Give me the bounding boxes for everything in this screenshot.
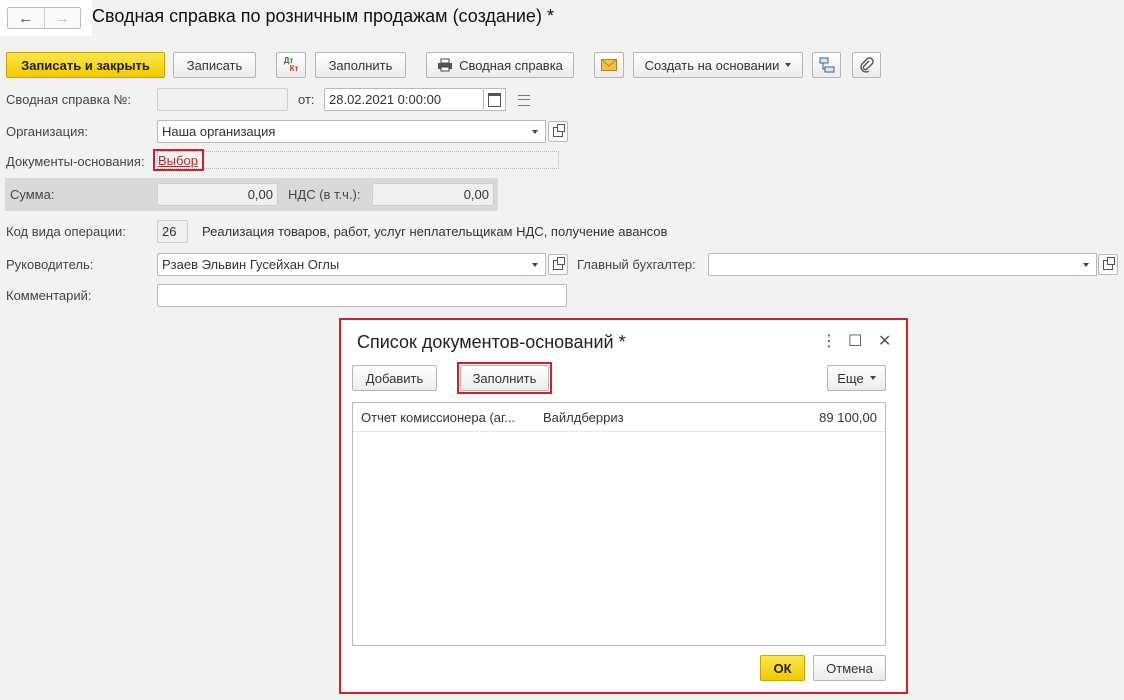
paperclip-icon: [859, 57, 874, 73]
save-and-close-button[interactable]: Записать и закрыть: [6, 52, 165, 78]
add-button[interactable]: Добавить: [352, 365, 437, 391]
more-label: Еще: [837, 370, 864, 386]
table-row[interactable]: Отчет комиссионера (аг... Вайлдберриз 89…: [353, 403, 885, 432]
open-form-icon: [553, 256, 565, 270]
sum-label: Сумма:: [10, 187, 55, 202]
operation-code-label: Код вида операции:: [6, 224, 126, 239]
maximize-icon[interactable]: ☐: [848, 334, 862, 350]
back-button[interactable]: ←: [8, 8, 45, 28]
row-counterparty: Вайлдберриз: [543, 409, 624, 425]
arrow-left-icon: ←: [18, 9, 34, 27]
close-icon[interactable]: ✕: [878, 334, 891, 350]
save-button[interactable]: Записать: [173, 52, 256, 78]
create-based-on-label: Создать на основании: [644, 57, 780, 73]
row-amount: 89 100,00: [819, 409, 877, 425]
operation-code-field[interactable]: 26: [157, 220, 188, 243]
calendar-button[interactable]: [484, 88, 506, 111]
structure-button[interactable]: [812, 52, 841, 78]
open-form-icon: [553, 123, 565, 137]
head-label: Руководитель:: [6, 257, 94, 272]
hierarchy-icon: [819, 57, 834, 73]
kt-icon: Кт: [289, 64, 299, 73]
envelope-icon: [601, 59, 617, 71]
highlight-box: [457, 362, 552, 394]
email-button[interactable]: [594, 52, 624, 78]
dt-kt-button[interactable]: Дт Кт: [276, 52, 306, 78]
select-basis-documents-link[interactable]: Выбор: [158, 153, 198, 168]
chief-accountant-open-button[interactable]: [1098, 254, 1118, 275]
comment-field[interactable]: [157, 284, 567, 307]
head-open-button[interactable]: [548, 254, 568, 275]
basis-documents-dialog: Список документов-оснований * ⋮ ☐ ✕ Доба…: [339, 318, 908, 694]
chevron-down-icon: [531, 129, 538, 134]
organization-label: Организация:: [6, 124, 89, 139]
open-form-icon: [1103, 256, 1115, 270]
chevron-down-icon: [785, 63, 792, 67]
chevron-down-icon: [869, 376, 876, 380]
print-summary-button[interactable]: Сводная справка: [426, 52, 574, 78]
arrow-right-icon: →: [54, 9, 70, 27]
number-field[interactable]: [157, 88, 288, 111]
chief-accountant-field[interactable]: [708, 253, 1076, 276]
attach-button[interactable]: [852, 52, 881, 78]
print-summary-label: Сводная справка: [459, 57, 563, 73]
chevron-down-icon: [531, 262, 538, 267]
more-button[interactable]: Еще: [827, 365, 886, 391]
row-document: Отчет комиссионера (аг...: [361, 409, 515, 425]
vat-label: НДС (в т.ч.):: [288, 187, 361, 202]
basis-documents-label: Документы-основания:: [6, 154, 145, 169]
head-dropdown-button[interactable]: [524, 253, 546, 276]
organization-open-button[interactable]: [548, 121, 568, 142]
head-field[interactable]: Рзаев Эльвин Гусейхан Оглы: [157, 253, 525, 276]
menu-lines-icon[interactable]: [518, 95, 530, 106]
chevron-down-icon: [1082, 262, 1089, 267]
more-actions-icon[interactable]: ⋮: [821, 334, 837, 350]
basis-documents-list[interactable]: Отчет комиссионера (аг... Вайлдберриз 89…: [352, 402, 886, 646]
organization-field[interactable]: Наша организация: [157, 120, 525, 143]
comment-label: Комментарий:: [6, 288, 92, 303]
cancel-button[interactable]: Отмена: [813, 655, 886, 681]
navigation-buttons: ← →: [7, 7, 81, 29]
basis-documents-field: [157, 151, 559, 169]
fill-button[interactable]: Заполнить: [315, 52, 406, 78]
chief-accountant-dropdown-button[interactable]: [1075, 253, 1097, 276]
ok-button[interactable]: ОК: [760, 655, 805, 681]
page-title: Сводная справка по розничным продажам (с…: [92, 6, 554, 26]
dialog-title: Список документов-оснований *: [357, 332, 626, 352]
date-field[interactable]: 28.02.2021 0:00:00: [324, 88, 484, 111]
printer-icon: [438, 58, 453, 72]
number-label: Сводная справка №:: [6, 92, 132, 107]
date-label: от:: [298, 92, 315, 107]
calendar-icon: [488, 92, 501, 107]
operation-code-description: Реализация товаров, работ, услуг неплате…: [202, 224, 668, 239]
create-based-on-button[interactable]: Создать на основании: [633, 52, 803, 78]
sum-field: 0,00: [157, 183, 278, 206]
forward-button[interactable]: →: [45, 8, 81, 28]
vat-field: 0,00: [372, 183, 494, 206]
chief-accountant-label: Главный бухгалтер:: [577, 257, 696, 272]
organization-dropdown-button[interactable]: [524, 120, 546, 143]
